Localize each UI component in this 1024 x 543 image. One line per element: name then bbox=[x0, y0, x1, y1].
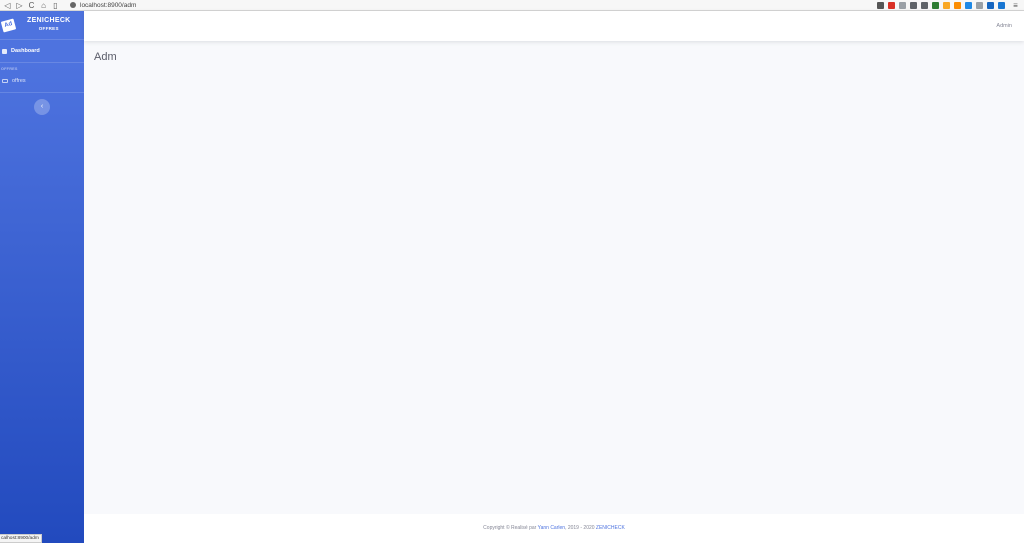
browser-toolbar: ◁ ▷ C ⌂ ▯ localhost:8900/adm ≡ bbox=[0, 0, 1024, 11]
sidebar: Ad ZENICHECK OFFRES Dashboard OFFRES off… bbox=[0, 11, 84, 543]
bookmark-page-icon[interactable]: ▯ bbox=[51, 1, 60, 10]
footer-author-link[interactable]: Yann Carlen bbox=[538, 525, 565, 531]
home-icon[interactable]: ⌂ bbox=[39, 1, 48, 10]
extensions-area: ≡ bbox=[873, 1, 1024, 10]
sidebar-heading: OFFRES bbox=[1, 67, 18, 71]
sidebar-item-dashboard[interactable]: Dashboard bbox=[0, 40, 84, 62]
site-info-icon[interactable] bbox=[70, 2, 76, 8]
mask-icon[interactable] bbox=[910, 1, 917, 9]
sidebar-divider bbox=[0, 92, 84, 93]
list-icon bbox=[2, 78, 8, 83]
edit-icon[interactable] bbox=[965, 1, 972, 9]
main-content: Adm bbox=[84, 41, 1024, 514]
back-icon[interactable]: ◁ bbox=[3, 1, 12, 10]
sidebar-toggle-button[interactable]: ‹ bbox=[34, 99, 50, 115]
sidebar-brand[interactable]: Ad ZENICHECK OFFRES bbox=[0, 11, 84, 40]
pocket-icon[interactable] bbox=[899, 1, 906, 9]
footer-copyright: Copyright © Realisé par bbox=[483, 525, 538, 531]
address-bar[interactable]: localhost:8900/adm bbox=[70, 1, 136, 10]
brand-subtitle: OFFRES bbox=[38, 26, 59, 31]
chevron-left-icon: ‹ bbox=[40, 103, 44, 110]
plus-icon[interactable] bbox=[987, 1, 994, 9]
brand-text[interactable]: ZENICHECK OFFRES bbox=[27, 17, 71, 33]
footer-years: , 2019 - 2020 bbox=[565, 525, 596, 531]
sidebar-item-offres[interactable]: offres bbox=[0, 74, 84, 87]
camera-icon[interactable] bbox=[932, 1, 939, 9]
forward-icon[interactable]: ▷ bbox=[15, 1, 24, 10]
bookmark-icon[interactable] bbox=[943, 1, 950, 9]
footer: Copyright © Realisé par Yann Carlen, 201… bbox=[84, 514, 1024, 543]
tag-icon[interactable] bbox=[954, 1, 961, 9]
page-title: Adm bbox=[94, 51, 117, 63]
topbar: Admin bbox=[84, 11, 1024, 41]
brand-logo[interactable]: Ad bbox=[0, 18, 17, 32]
user-menu[interactable]: Admin bbox=[996, 11, 1012, 41]
shield-icon[interactable] bbox=[877, 1, 884, 9]
url-text[interactable]: localhost:8900/adm bbox=[80, 1, 136, 10]
reload-icon[interactable]: C bbox=[27, 1, 36, 10]
warning-icon[interactable] bbox=[888, 1, 895, 9]
sidebar-item-label: offres bbox=[12, 77, 26, 84]
brand-title: ZENICHECK bbox=[27, 17, 71, 24]
panel-icon[interactable] bbox=[976, 1, 983, 9]
footer-brand-link[interactable]: ZENICHECK bbox=[596, 525, 625, 531]
menu-icon[interactable]: ≡ bbox=[1011, 1, 1020, 10]
sync-icon[interactable] bbox=[998, 1, 1005, 9]
sidebar-item-label: Dashboard bbox=[11, 48, 40, 54]
status-url: calhost:8900/adm bbox=[0, 534, 42, 543]
dashboard-icon bbox=[2, 48, 7, 54]
puzzle-icon[interactable] bbox=[921, 1, 928, 9]
